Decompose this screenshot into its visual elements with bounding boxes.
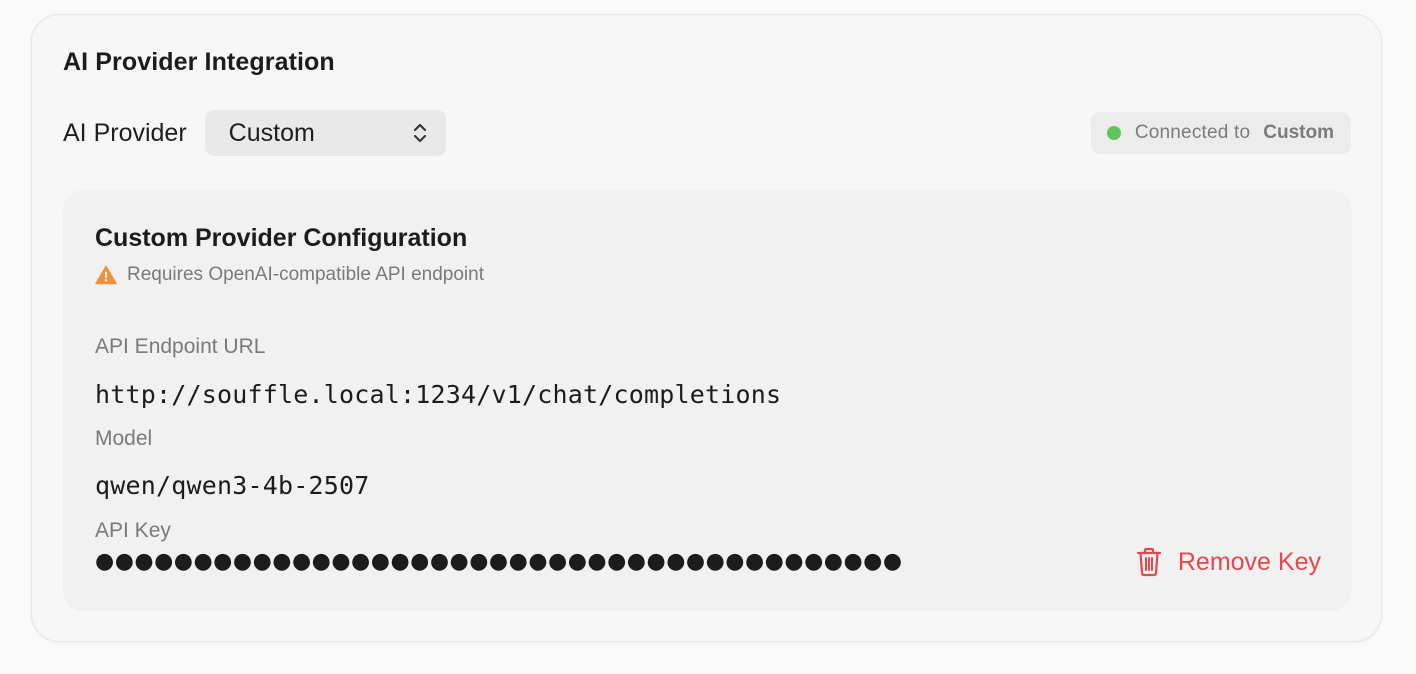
custom-config-panel: Custom Provider Configuration Requires O…	[63, 190, 1352, 611]
provider-select-value: Custom	[228, 118, 315, 147]
section-title: AI Provider Integration	[63, 48, 335, 76]
config-title: Custom Provider Configuration	[95, 224, 468, 252]
status-dot-icon	[1106, 126, 1121, 140]
connection-status-badge: Connected to Custom	[1090, 112, 1351, 154]
ai-provider-card: AI Provider Integration AI Provider Cust…	[31, 14, 1382, 642]
trash-icon	[1136, 547, 1161, 577]
provider-label: AI Provider	[63, 118, 187, 147]
chevron-up-down-icon	[413, 123, 426, 143]
warning-note: Requires OpenAI-compatible API endpoint	[95, 264, 484, 286]
endpoint-label: API Endpoint URL	[95, 335, 266, 358]
status-provider: Custom	[1263, 122, 1334, 143]
status-prefix: Connected to	[1134, 122, 1251, 143]
warning-triangle-icon	[95, 265, 117, 285]
provider-select[interactable]: Custom	[204, 110, 446, 156]
remove-key-button[interactable]: Remove Key	[1136, 547, 1321, 577]
remove-key-label: Remove Key	[1177, 547, 1321, 576]
endpoint-value[interactable]: http://souffle.local:1234/v1/chat/comple…	[95, 380, 781, 409]
provider-row: AI Provider Custom	[63, 110, 446, 156]
api-key-label: API Key	[95, 519, 171, 542]
model-label: Model	[95, 427, 153, 450]
warning-text: Requires OpenAI-compatible API endpoint	[127, 264, 484, 285]
api-key-value[interactable]: ●●●●●●●●●●●●●●●●●●●●●●●●●●●●●●●●●●●●●●●●…	[95, 549, 903, 574]
model-value[interactable]: qwen/qwen3-4b-2507	[95, 471, 370, 500]
